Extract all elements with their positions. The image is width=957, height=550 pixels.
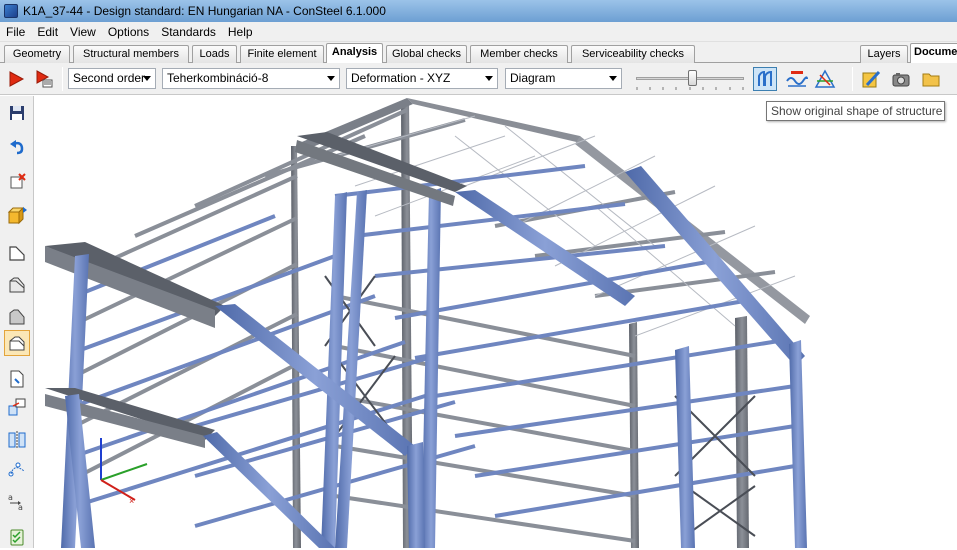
svg-text:a: a: [8, 493, 13, 502]
chevron-down-icon: [609, 76, 617, 81]
mirror-tool-button[interactable]: [4, 426, 30, 452]
menu-bar: File Edit View Options Standards Help: [0, 22, 957, 42]
model-viewport[interactable]: ×: [35, 96, 957, 548]
deformed-shape-icon: [814, 69, 836, 88]
diagram-button[interactable]: [785, 67, 809, 91]
menu-help[interactable]: Help: [222, 25, 259, 39]
tab-loads[interactable]: Loads: [192, 45, 237, 63]
menu-standards[interactable]: Standards: [155, 25, 222, 39]
section-view-button[interactable]: [4, 330, 30, 356]
analysis-toolbar: Second order Teherkombináció-8 Deformati…: [0, 63, 957, 95]
show-original-shape-button[interactable]: [753, 67, 777, 91]
tab-structural-members[interactable]: Structural members: [73, 45, 189, 63]
chevron-down-icon: [327, 76, 335, 81]
tab-bar: Geometry Structural members Loads Finite…: [0, 42, 957, 64]
node-tool-button[interactable]: [4, 456, 30, 482]
label-tool-button[interactable]: aa: [4, 489, 30, 515]
display-mode-value: Diagram: [510, 71, 556, 85]
solid-icon: [9, 309, 25, 325]
tab-finite-element[interactable]: Finite element: [240, 45, 324, 63]
node-icon: [8, 462, 25, 477]
chevron-down-icon: [143, 76, 151, 81]
result-component-select[interactable]: Deformation - XYZ: [346, 68, 498, 89]
toolbar-separator: [62, 67, 63, 91]
display-mode-select[interactable]: Diagram: [505, 68, 622, 89]
transform-icon: [8, 398, 26, 416]
title-bar: K1A_37-44 - Design standard: EN Hungaria…: [0, 0, 957, 22]
plate-tool-button[interactable]: [4, 240, 30, 266]
tab-serviceability-checks[interactable]: Serviceability checks: [571, 45, 695, 63]
save-icon: [10, 106, 24, 120]
run-analysis-button[interactable]: [4, 67, 28, 91]
run-analysis-icon: [9, 71, 25, 87]
folder-icon: [922, 73, 940, 87]
left-toolbar: aa: [0, 96, 34, 548]
edit-documentation-button[interactable]: [859, 67, 883, 91]
menu-file[interactable]: File: [0, 25, 31, 39]
tab-documentation[interactable]: Documentation: [910, 43, 957, 64]
window-title: K1A_37-44 - Design standard: EN Hungaria…: [23, 4, 386, 18]
structure-tool-button[interactable]: [4, 168, 30, 194]
tab-member-checks[interactable]: Member checks: [470, 45, 568, 63]
axis-x-marker: ×: [129, 496, 134, 506]
solid-tool-button[interactable]: [4, 304, 30, 330]
label-icon: aa: [8, 493, 23, 512]
menu-options[interactable]: Options: [102, 25, 155, 39]
analysis-type-select[interactable]: Second order: [68, 68, 156, 89]
load-combination-value: Teherkombináció-8: [167, 71, 269, 85]
camera-icon: [892, 73, 910, 87]
load-combination-select[interactable]: Teherkombináció-8: [162, 68, 340, 89]
deformation-scale-thumb[interactable]: [687, 70, 697, 86]
analysis-type-value: Second order: [73, 71, 146, 85]
folder-button[interactable]: [919, 67, 943, 91]
check-list-icon: [10, 529, 24, 546]
plate-icon: [9, 246, 25, 261]
tab-layers[interactable]: Layers: [860, 45, 908, 63]
undo-icon: [10, 140, 24, 155]
undo-button[interactable]: [4, 134, 30, 160]
plate-3d-button[interactable]: [4, 272, 30, 298]
result-component-value: Deformation - XYZ: [351, 71, 451, 85]
model-export-icon: [7, 206, 27, 225]
save-button[interactable]: [4, 100, 30, 126]
tab-geometry[interactable]: Geometry: [4, 45, 70, 63]
document-tool-button[interactable]: [4, 366, 30, 392]
toolbar-separator: [852, 67, 853, 91]
camera-button[interactable]: [889, 67, 913, 91]
tab-analysis[interactable]: Analysis: [326, 43, 383, 64]
analysis-settings-button[interactable]: [32, 67, 56, 91]
menu-view[interactable]: View: [64, 25, 102, 39]
diagram-icon: [786, 71, 808, 87]
menu-edit[interactable]: Edit: [31, 25, 64, 39]
chevron-down-icon: [485, 76, 493, 81]
edit-documentation-icon: [862, 70, 881, 88]
tooltip: Show original shape of structure: [766, 101, 945, 121]
model-export-button[interactable]: [4, 202, 30, 228]
slider-ticks: [636, 87, 744, 90]
check-list-button[interactable]: [4, 524, 30, 550]
section-view-icon: [9, 336, 25, 351]
document-icon: [10, 370, 24, 388]
mirror-icon: [8, 431, 26, 448]
deformed-shape-button[interactable]: [813, 67, 837, 91]
structure-tool-icon: [10, 173, 26, 189]
tab-global-checks[interactable]: Global checks: [386, 45, 467, 63]
steel-structure-model: ×: [45, 98, 810, 548]
show-original-shape-icon: [758, 70, 772, 86]
analysis-settings-icon: [36, 70, 53, 88]
plate-3d-icon: [9, 277, 25, 293]
transform-tool-button[interactable]: [4, 394, 30, 420]
app-icon: [4, 4, 18, 18]
